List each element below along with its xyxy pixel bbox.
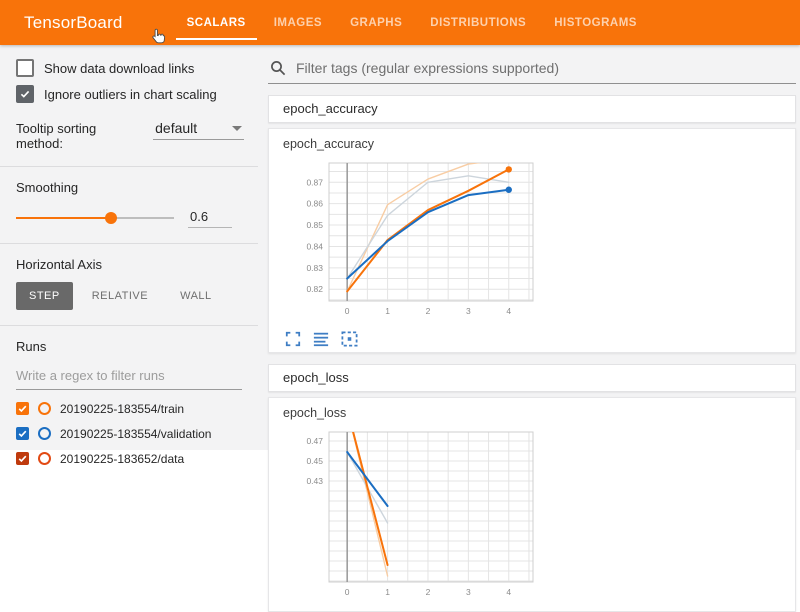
run-color-ring-icon [38,402,51,415]
svg-text:0.83: 0.83 [306,263,323,273]
tab-distributions[interactable]: DISTRIBUTIONS [416,0,540,45]
tag-filter-input[interactable] [294,59,794,77]
run-label: 20190225-183554/train [60,402,184,416]
app-body: Show data download links Ignore outliers… [0,45,800,450]
divider [0,243,258,244]
expand-chart-icon[interactable] [285,331,301,347]
svg-text:0.43: 0.43 [306,476,323,486]
tab-histograms[interactable]: HISTOGRAMS [540,0,651,45]
section-header-epoch-loss[interactable]: epoch_loss [268,364,796,392]
axis-button-relative[interactable]: RELATIVE [79,282,161,310]
slider-fill [16,217,111,219]
run-row[interactable]: 20190225-183554/train [16,396,244,421]
app-header: TensorBoard SCALARSIMAGESGRAPHSDISTRIBUT… [0,0,800,45]
svg-text:0.45: 0.45 [306,456,323,466]
svg-text:0: 0 [345,587,350,597]
epoch-loss-card: epoch_loss 0.47 0.45 0.43 0 1 2 3 4 [268,397,796,612]
run-color-ring-icon [38,452,51,465]
chart-title: epoch_accuracy [283,137,781,153]
main-panel: epoch_accuracy epoch_accuracy 0.820.830.… [258,45,800,450]
epoch-loss-chart: 0.47 0.45 0.43 0 1 2 3 4 [283,424,551,602]
runs-label: Runs [16,339,244,354]
runs-section: Runs 20190225-183554/train20190225-18355… [16,339,244,471]
smoothing-value-input[interactable] [188,207,232,228]
checkbox-icon[interactable] [16,59,34,77]
svg-text:4: 4 [506,306,511,316]
tab-images[interactable]: IMAGES [260,0,336,45]
smoothing-slider-row [16,207,244,228]
show-data-download-links-checkbox[interactable]: Show data download links [16,59,244,77]
sidebar: Show data download links Ignore outliers… [0,45,258,450]
svg-text:1: 1 [385,306,390,316]
epoch-accuracy-chart: 0.82 0.83 0.84 0.85 0.86 0.87 0 1 2 3 4 [283,155,551,323]
hand-cursor-icon [151,28,166,45]
run-label: 20190225-183652/data [60,452,184,466]
svg-text:1: 1 [385,587,390,597]
tab-bar: SCALARSIMAGESGRAPHSDISTRIBUTIONSHISTOGRA… [173,0,651,45]
app-title: TensorBoard [24,13,123,33]
smoothing-slider[interactable] [16,211,174,225]
svg-text:3: 3 [466,306,471,316]
run-checkbox-icon[interactable] [16,402,29,415]
smoothing-label: Smoothing [16,180,244,195]
fit-domain-icon[interactable] [341,331,358,347]
horizontal-axis-section: Horizontal Axis STEPRELATIVEWALL [16,257,244,310]
slider-thumb[interactable] [105,212,117,224]
epoch-accuracy-card: epoch_accuracy 0.820.830.840.850.860.870… [268,128,796,353]
ignore-outliers-checkbox[interactable]: Ignore outliers in chart scaling [16,85,244,103]
tooltip-sorting-select[interactable]: default [153,119,244,140]
svg-text:0.87: 0.87 [306,177,323,187]
divider [0,166,258,167]
toggle-y-axis-icon[interactable] [313,331,329,347]
horizontal-axis-buttons: STEPRELATIVEWALL [16,282,244,310]
svg-text:0.85: 0.85 [306,220,323,230]
svg-text:4: 4 [506,587,511,597]
tooltip-sorting-label: Tooltip sorting method: [16,121,145,151]
chart-toolbar [285,330,781,348]
tooltip-sorting-value: default [155,120,197,136]
checkbox-label: Ignore outliers in chart scaling [44,87,217,102]
svg-text:0.47: 0.47 [306,436,323,446]
run-label: 20190225-183554/validation [60,427,211,441]
tensorboard-app: TensorBoard SCALARSIMAGESGRAPHSDISTRIBUT… [0,0,800,450]
svg-text:3: 3 [466,587,471,597]
search-icon [270,60,286,76]
tab-scalars[interactable]: SCALARS [173,0,260,45]
axis-button-step[interactable]: STEP [16,282,73,310]
smoothing-section: Smoothing [16,180,244,228]
axis-button-wall[interactable]: WALL [167,282,225,310]
svg-text:2: 2 [426,306,431,316]
svg-text:2: 2 [426,587,431,597]
tab-graphs[interactable]: GRAPHS [336,0,416,45]
divider [0,325,258,326]
run-row[interactable]: 20190225-183554/validation [16,421,244,446]
run-checkbox-icon[interactable] [16,452,29,465]
run-list: 20190225-183554/train 20190225-183554/val… [16,396,244,471]
checkbox-label: Show data download links [44,61,194,76]
run-color-ring-icon [38,427,51,440]
chart-title: epoch_loss [283,406,781,422]
chevron-down-icon [232,126,242,131]
svg-text:0.82: 0.82 [306,284,323,294]
checkbox-icon[interactable] [16,85,34,103]
tooltip-sorting-row: Tooltip sorting method: default [16,119,244,151]
horizontal-axis-label: Horizontal Axis [16,257,244,272]
run-checkbox-icon[interactable] [16,427,29,440]
tag-filter-bar [268,59,796,84]
section-header-epoch-accuracy[interactable]: epoch_accuracy [268,95,796,123]
run-filter-input[interactable] [16,364,242,390]
svg-text:0: 0 [345,306,350,316]
svg-text:0.86: 0.86 [306,199,323,209]
svg-text:0.84: 0.84 [306,241,323,251]
